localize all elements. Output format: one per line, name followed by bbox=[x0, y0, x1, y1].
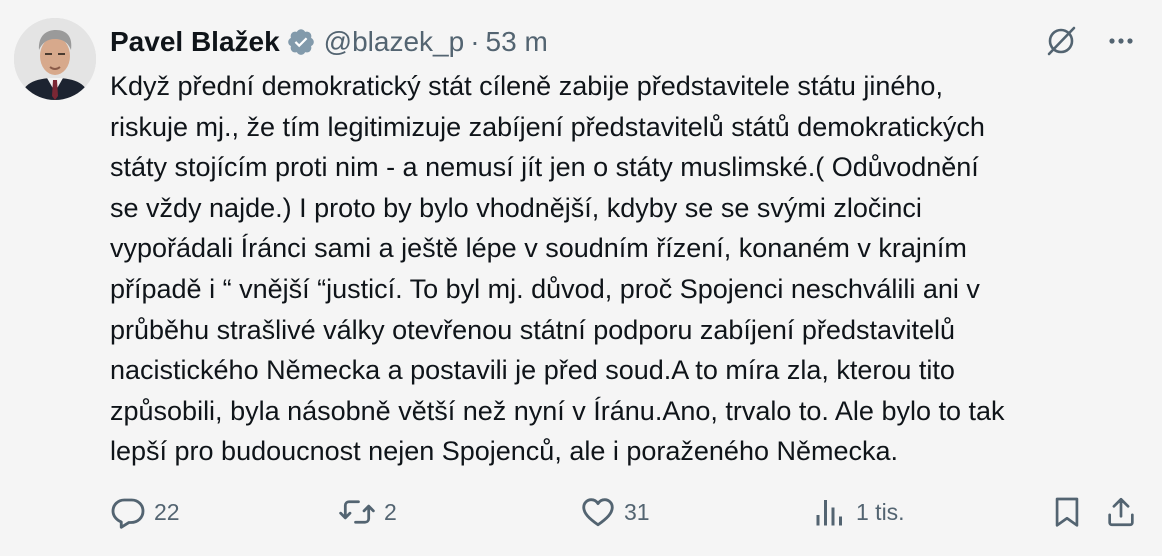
verified-badge-icon bbox=[286, 27, 316, 57]
views-icon bbox=[812, 494, 848, 530]
repost-icon bbox=[338, 494, 376, 530]
like-count: 31 bbox=[624, 498, 650, 525]
post-actions: 22 2 31 1 tis. bbox=[110, 490, 1140, 534]
author-handle[interactable]: @blazek_p bbox=[324, 22, 465, 62]
grok-icon[interactable] bbox=[1044, 24, 1078, 58]
post-text-line: lepší pro budoucnost nejen Spojenců, ale… bbox=[110, 436, 899, 467]
bookmark-button[interactable] bbox=[1050, 490, 1084, 534]
avatar-image bbox=[14, 18, 96, 100]
reply-count: 22 bbox=[154, 498, 180, 525]
post-text-line: riskuje mj., že tím legitimizuje zabíjen… bbox=[110, 111, 985, 142]
post-text: Když přední demokratický stát cíleně zab… bbox=[110, 66, 1140, 472]
post-timestamp[interactable]: 53 m bbox=[486, 22, 548, 62]
repost-count: 2 bbox=[384, 498, 397, 525]
post-text-line: státy stojícím proti nim - a nemusí jít … bbox=[110, 152, 979, 183]
separator-dot: · bbox=[470, 26, 480, 57]
repost-button[interactable]: 2 bbox=[338, 490, 397, 534]
like-button[interactable]: 31 bbox=[580, 490, 650, 534]
reply-button[interactable]: 22 bbox=[110, 490, 180, 534]
more-icon[interactable] bbox=[1106, 26, 1136, 56]
post-header: Pavel Blažek @blazek_p · 53 m bbox=[110, 22, 548, 62]
post-text-line: průběhu strašlivé války otevřenou státní… bbox=[110, 314, 956, 345]
post-text-line: nacistického Německa a postavili je před… bbox=[110, 355, 955, 386]
tweet: Pavel Blažek @blazek_p · 53 m Když předn… bbox=[0, 0, 1162, 556]
author-name[interactable]: Pavel Blažek bbox=[110, 22, 280, 62]
avatar[interactable] bbox=[14, 18, 96, 100]
post-text-line: vypořádali Íránci sami a ještě lépe v so… bbox=[110, 233, 967, 264]
bookmark-icon bbox=[1050, 494, 1084, 530]
post-text-line: případě i “ vnější “justicí. To byl mj. … bbox=[110, 273, 980, 304]
views-button[interactable]: 1 tis. bbox=[812, 490, 905, 534]
post-top-actions bbox=[1044, 24, 1136, 58]
share-icon bbox=[1104, 494, 1138, 530]
share-button[interactable] bbox=[1104, 490, 1138, 534]
reply-icon bbox=[110, 494, 146, 530]
post-text-line: Když přední demokratický stát cíleně zab… bbox=[110, 71, 943, 101]
post-text-line: se vždy najde.) I proto by bylo vhodnějš… bbox=[110, 192, 922, 223]
like-icon bbox=[580, 494, 616, 530]
views-count: 1 tis. bbox=[856, 498, 905, 525]
post-text-line: způsobili, byla násobně větší než nyní v… bbox=[110, 395, 1005, 426]
